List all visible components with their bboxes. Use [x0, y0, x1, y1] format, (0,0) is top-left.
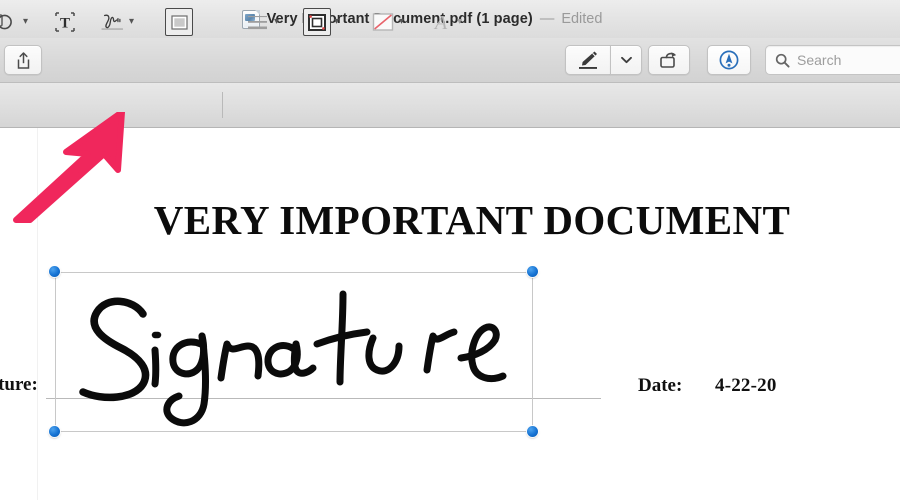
- svg-text:A: A: [433, 12, 448, 33]
- rotate-left-icon: [660, 52, 676, 68]
- resize-handle-bottom-right[interactable]: [527, 426, 538, 437]
- chevron-down-icon: ▾: [457, 16, 463, 27]
- markup-toolbar: [0, 83, 900, 128]
- note-box-icon: [165, 8, 193, 36]
- edited-status: Edited: [561, 11, 603, 27]
- main-toolbar: Search: [0, 38, 900, 83]
- resize-handle-bottom-left[interactable]: [49, 426, 60, 437]
- page-left-edge: [37, 128, 38, 500]
- signature-field-label: nature:: [0, 374, 38, 395]
- signature-selection-box[interactable]: [55, 272, 533, 432]
- sketch-shapes-tool[interactable]: ▾: [0, 6, 28, 38]
- border-color-tool[interactable]: ▾: [303, 6, 339, 38]
- resize-handle-top-right[interactable]: [527, 266, 538, 277]
- fill-color-tool[interactable]: ▾: [370, 6, 404, 38]
- share-button[interactable]: [4, 45, 42, 75]
- markup-menu-button[interactable]: [610, 45, 642, 75]
- border-square-icon: [303, 8, 331, 36]
- share-icon: [17, 51, 29, 69]
- title-dash: —: [539, 11, 555, 27]
- chevron-down-icon: ▾: [334, 16, 340, 27]
- stroke-style-tool[interactable]: ▾: [245, 6, 279, 38]
- markup-pen-icon: [579, 51, 597, 69]
- date-field-label: Date:: [638, 375, 683, 396]
- chevron-down-icon: ▾: [274, 16, 280, 27]
- note-tool[interactable]: [165, 6, 193, 38]
- markup-button[interactable]: [565, 45, 610, 75]
- chevron-down-icon: ▾: [129, 16, 135, 27]
- signature-tool[interactable]: ▾: [100, 6, 134, 38]
- annotate-button[interactable]: [707, 45, 751, 75]
- resize-handle-top-left[interactable]: [49, 266, 60, 277]
- font-a-icon: A: [428, 9, 454, 35]
- no-fill-icon: [370, 9, 396, 35]
- preview-app-window: Very Important Document.pdf (1 page) — E…: [0, 0, 900, 500]
- date-field-value: 4-22-20: [715, 375, 777, 396]
- chevron-down-icon: [620, 56, 632, 64]
- search-icon: [775, 53, 790, 68]
- svg-text:T: T: [60, 16, 70, 32]
- search-placeholder: Search: [797, 52, 842, 68]
- document-heading: VERY IMPORTANT DOCUMENT: [153, 197, 791, 243]
- chevron-down-icon: ▾: [23, 16, 29, 27]
- title-group: Very Important Document.pdf (1 page) — E…: [241, 9, 603, 29]
- signature-icon: [100, 9, 126, 35]
- search-field[interactable]: Search: [765, 45, 900, 75]
- toolbar-divider: [222, 92, 223, 118]
- font-style-tool[interactable]: A ▾: [428, 6, 462, 38]
- text-tool[interactable]: T: [52, 6, 78, 38]
- rotate-button[interactable]: [648, 45, 690, 75]
- annotate-circle-icon: [719, 50, 739, 70]
- chevron-down-icon: ▾: [399, 16, 405, 27]
- shapes-icon: [0, 9, 20, 35]
- line-weight-icon: [245, 9, 271, 35]
- text-box-icon: T: [52, 9, 78, 35]
